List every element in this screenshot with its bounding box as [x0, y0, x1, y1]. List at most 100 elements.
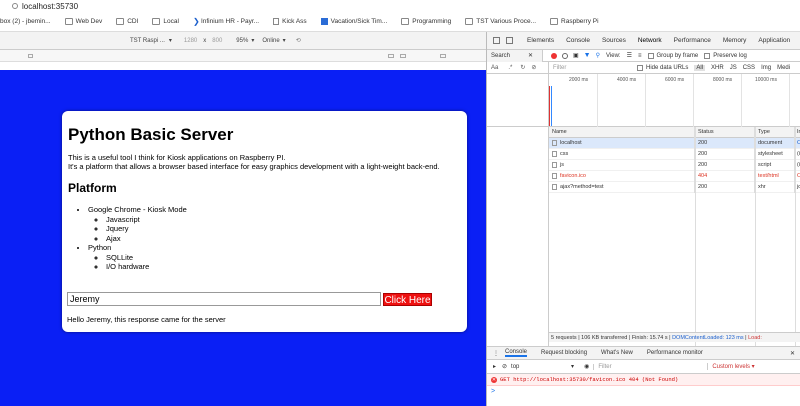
- tab-application[interactable]: Application: [758, 37, 790, 44]
- regex-icon[interactable]: .*: [508, 65, 512, 71]
- table-row[interactable]: css 200 stylesheet (i: [549, 148, 800, 160]
- address-bar[interactable]: localhost:35730: [0, 0, 800, 12]
- name-input[interactable]: Jeremy: [67, 292, 381, 306]
- table-row[interactable]: favicon.ico 404 text/html O: [549, 170, 800, 182]
- bookmark-label: Vacation/Sick Tim...: [330, 18, 388, 25]
- console-filter-input[interactable]: Filter: [593, 363, 689, 370]
- summary-text: 5 requests | 106 KB transferred | Finish…: [551, 335, 673, 341]
- zoom-select[interactable]: 95%: [236, 38, 248, 44]
- filter-img[interactable]: Img: [761, 65, 771, 71]
- filter-all[interactable]: All: [694, 64, 706, 71]
- folder-icon: [465, 18, 474, 25]
- close-icon[interactable]: ✕: [528, 53, 533, 59]
- group-by-frame-checkbox[interactable]: [647, 52, 654, 59]
- ruler-icon[interactable]: [440, 54, 446, 58]
- bookmark-label: CDI: [127, 18, 139, 25]
- bookmark-label: Kick Ass: [282, 18, 307, 25]
- intro-line-2: It's a platform that allows a browser ba…: [68, 162, 440, 171]
- rotate-icon[interactable]: ⟲: [296, 37, 301, 44]
- bookmark-tst[interactable]: TST Various Proce...: [465, 18, 536, 25]
- more-icon[interactable]: ⋮: [493, 350, 499, 357]
- url-text[interactable]: localhost:35730: [22, 2, 78, 11]
- column-name[interactable]: Name: [549, 126, 695, 138]
- chevron-down-icon: ▾: [168, 38, 172, 44]
- width-field[interactable]: 1280: [184, 38, 197, 44]
- bookmark-infinium[interactable]: ❯ Infinium HR - Payr...: [193, 18, 259, 26]
- request-type: xhr: [755, 181, 795, 193]
- requests-table: Name Status Type Ir localhost 200 docume…: [549, 126, 800, 359]
- block-icon[interactable]: ⊘: [531, 65, 536, 71]
- column-type[interactable]: Type: [755, 126, 795, 138]
- search-tab[interactable]: Search ✕: [487, 49, 543, 62]
- list-item: Jquery: [106, 224, 461, 234]
- table-row[interactable]: ajax?method=test 200 xhr jq: [549, 181, 800, 193]
- search-results-pane: [487, 74, 549, 127]
- clear-console-icon[interactable]: ⊘: [502, 363, 507, 370]
- media-query-icon[interactable]: [28, 54, 33, 58]
- bookmark-local[interactable]: Local: [152, 18, 179, 25]
- inspect-icon[interactable]: [493, 37, 500, 44]
- ruler-icon[interactable]: [388, 54, 394, 58]
- tab-elements[interactable]: Elements: [527, 37, 554, 44]
- waterfall-icon[interactable]: ≡: [638, 53, 642, 59]
- network-filter-input[interactable]: Filter: [549, 65, 637, 71]
- bookmark-cdi[interactable]: CDI: [116, 18, 138, 25]
- preserve-log-checkbox[interactable]: [704, 52, 711, 59]
- refresh-icon[interactable]: ↻: [520, 65, 525, 71]
- column-status[interactable]: Status: [695, 126, 755, 138]
- load-marker: [549, 86, 550, 126]
- grid-line: [789, 74, 790, 127]
- timeline-tick: 2000 ms: [569, 77, 589, 83]
- console-prompt[interactable]: >: [487, 386, 800, 398]
- request-status: 200: [695, 137, 755, 149]
- bookmark-kick-ass[interactable]: Kick Ass: [273, 18, 307, 25]
- click-here-button[interactable]: Click Here: [383, 292, 432, 306]
- bookmark-programming[interactable]: Programming: [401, 18, 451, 25]
- tab-memory[interactable]: Memory: [723, 37, 746, 44]
- filter-xhr[interactable]: XHR: [711, 65, 724, 71]
- close-icon[interactable]: ✕: [790, 350, 795, 357]
- drawer-tab-performance-monitor[interactable]: Performance monitor: [647, 350, 703, 356]
- error-text[interactable]: GET http://localhost:35730/favicon.ico 4…: [500, 376, 678, 383]
- ruler-icon[interactable]: [400, 54, 406, 58]
- network-select[interactable]: Online: [262, 38, 279, 44]
- device-select[interactable]: TST Raspi ...: [130, 38, 165, 44]
- filter-icon[interactable]: ▼: [584, 52, 591, 59]
- bookmark-web-dev[interactable]: Web Dev: [64, 18, 102, 25]
- preserve-log-label: Preserve log: [713, 52, 747, 59]
- drawer-tab-request-blocking[interactable]: Request blocking: [541, 350, 587, 356]
- hide-data-urls-checkbox[interactable]: [637, 64, 643, 71]
- bookmark-box[interactable]: box (2) - jbemin...: [0, 18, 51, 25]
- table-row[interactable]: localhost 200 document O: [549, 137, 800, 149]
- camera-icon[interactable]: ▣: [573, 52, 579, 59]
- filter-media[interactable]: Medi: [777, 65, 790, 71]
- table-row[interactable]: js 200 script (i: [549, 159, 800, 171]
- clear-icon[interactable]: [562, 52, 568, 59]
- search-icon[interactable]: ⚲: [596, 52, 600, 59]
- record-icon[interactable]: [551, 52, 557, 59]
- tab-network[interactable]: Network: [638, 37, 662, 44]
- tab-performance[interactable]: Performance: [674, 37, 711, 44]
- list-item: I/O hardware: [106, 262, 461, 272]
- tab-sources[interactable]: Sources: [602, 37, 626, 44]
- view-label: View:: [606, 52, 621, 59]
- drawer-tab-whats-new[interactable]: What's New: [601, 350, 633, 356]
- filter-js[interactable]: JS: [730, 65, 737, 71]
- tab-console[interactable]: Console: [566, 37, 590, 44]
- filter-css[interactable]: CSS: [743, 65, 755, 71]
- drawer-tab-console[interactable]: Console: [505, 349, 528, 357]
- request-type: document: [755, 137, 795, 149]
- device-toggle-icon[interactable]: [506, 37, 513, 44]
- context-select[interactable]: top: [511, 364, 561, 370]
- network-overview[interactable]: 2000 ms 4000 ms 6000 ms 8000 ms 10000 ms: [487, 74, 800, 127]
- list-view-icon[interactable]: ☰: [627, 52, 632, 59]
- folder-icon: [152, 18, 161, 25]
- eye-icon[interactable]: ◉: [584, 363, 589, 370]
- log-levels-select[interactable]: Custom levels ▾: [707, 363, 755, 370]
- bookmark-vacation[interactable]: Vacation/Sick Tim...: [320, 18, 388, 25]
- info-icon[interactable]: [12, 3, 18, 9]
- bookmark-raspberry[interactable]: Raspberry Pi: [550, 18, 599, 25]
- height-field[interactable]: 800: [212, 38, 222, 44]
- sidebar-toggle-icon[interactable]: ▸: [493, 363, 496, 370]
- match-case-toggle[interactable]: Aa: [491, 65, 498, 71]
